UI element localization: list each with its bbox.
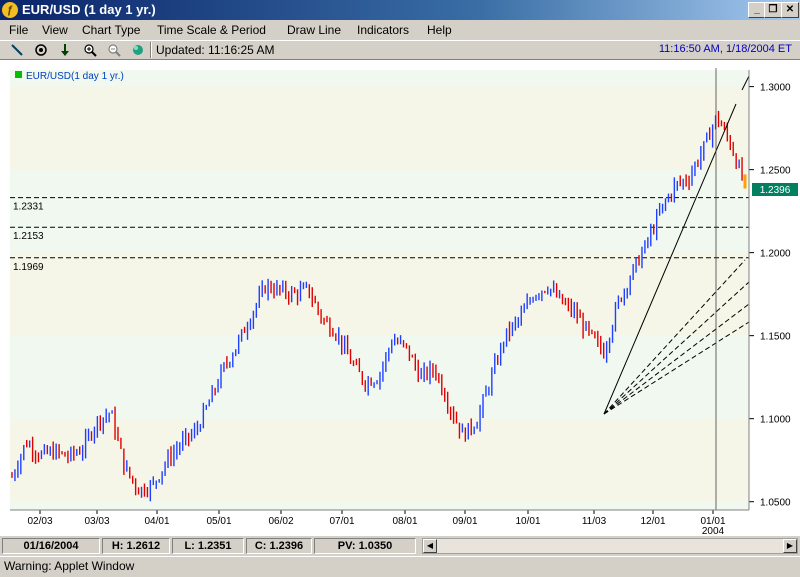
menu-view[interactable]: View [42, 23, 68, 37]
horizontal-level-label: 1.2331 [13, 202, 44, 213]
y-tick-label: 1.1500 [760, 332, 791, 343]
y-tick-label: 1.1000 [760, 415, 791, 426]
price-band [10, 252, 749, 336]
menu-help[interactable]: Help [427, 23, 452, 37]
x-tick-label: 09/01 [452, 516, 477, 527]
scroll-right-icon[interactable]: ▶ [783, 539, 797, 553]
y-tick-label: 1.2500 [760, 166, 791, 177]
legend-swatch [15, 71, 22, 78]
menu-file[interactable]: File [9, 23, 28, 37]
status-high: H: 1.2612 [102, 538, 170, 554]
menu-bar: File View Chart Type Time Scale & Period… [0, 20, 800, 40]
restore-icon[interactable]: ❐ [764, 2, 782, 18]
menu-draw-line[interactable]: Draw Line [287, 23, 341, 37]
x-tick-label: 12/01 [640, 516, 665, 527]
x-tick-label: 04/01 [144, 516, 169, 527]
zoom-in-icon[interactable] [83, 43, 97, 57]
zoom-out-icon[interactable] [107, 43, 121, 57]
draw-line-icon[interactable] [10, 43, 24, 57]
chart-area[interactable]: 1.2331 1.2153 1.1969 1.3000 1.2500 1.2000 1.1… [0, 60, 800, 537]
status-pv: PV: 1.0350 [314, 538, 416, 554]
warning-bar: Warning: Applet Window [0, 556, 800, 577]
x-tick-label: 11/03 [582, 516, 607, 527]
status-low: L: 1.2351 [172, 538, 244, 554]
app-logo-icon[interactable]: ƒ [2, 2, 18, 18]
x-tick-label: 07/01 [329, 516, 354, 527]
status-bar: 01/16/2004 H: 1.2612 L: 1.2351 C: 1.2396… [0, 537, 800, 555]
x-tick-label: 03/03 [84, 516, 109, 527]
clock-readout: 11:16:50 AM, 1/18/2004 ET [658, 43, 792, 55]
status-close: C: 1.2396 [246, 538, 312, 554]
sphere-icon[interactable] [131, 43, 145, 57]
price-band [10, 86, 749, 170]
target-icon[interactable] [34, 43, 48, 57]
scroll-left-icon[interactable]: ◀ [423, 539, 437, 553]
x-tick-label: 06/02 [268, 516, 293, 527]
x-tick-label: 02/03 [27, 516, 52, 527]
chart-legend: EUR/USD(1 day 1 yr.) [26, 71, 124, 82]
x-year-label: 2004 [702, 526, 725, 536]
toolbar-separator [150, 42, 152, 58]
price-band [10, 418, 749, 502]
menu-time-scale-period[interactable]: Time Scale & Period [157, 23, 266, 37]
y-tick-label: 1.3000 [760, 83, 791, 94]
y-tick-label: 1.2000 [760, 249, 791, 260]
horizontal-level-label: 1.2153 [13, 231, 44, 242]
arrow-down-icon[interactable] [58, 43, 72, 57]
x-tick-label: 08/01 [392, 516, 417, 527]
menu-indicators[interactable]: Indicators [357, 23, 409, 37]
close-icon[interactable]: ✕ [781, 2, 799, 18]
status-date: 01/16/2004 [2, 538, 100, 554]
horizontal-scrollbar[interactable]: ◀ ▶ [422, 538, 798, 554]
toolbar: Updated: 11:16:25 AM 11:16:50 AM, 1/18/2… [0, 40, 800, 60]
price-band [10, 169, 749, 253]
x-tick-label: 10/01 [515, 516, 540, 527]
y-tick-label: 1.0500 [760, 498, 791, 509]
warning-text: Warning: Applet Window [4, 559, 135, 573]
title-bar: ƒ EUR/USD (1 day 1 yr.) _ ❐ ✕ [0, 0, 800, 20]
menu-chart-type[interactable]: Chart Type [82, 23, 140, 37]
x-tick-label: 05/01 [206, 516, 231, 527]
updated-time: Updated: 11:16:25 AM [156, 43, 275, 57]
window-title: EUR/USD (1 day 1 yr.) [22, 2, 156, 17]
price-chart[interactable]: 1.2331 1.2153 1.1969 1.3000 1.2500 1.2000 1.1… [0, 60, 800, 537]
last-price-label: 1.2396 [760, 185, 791, 196]
horizontal-level-label: 1.1969 [13, 262, 44, 273]
